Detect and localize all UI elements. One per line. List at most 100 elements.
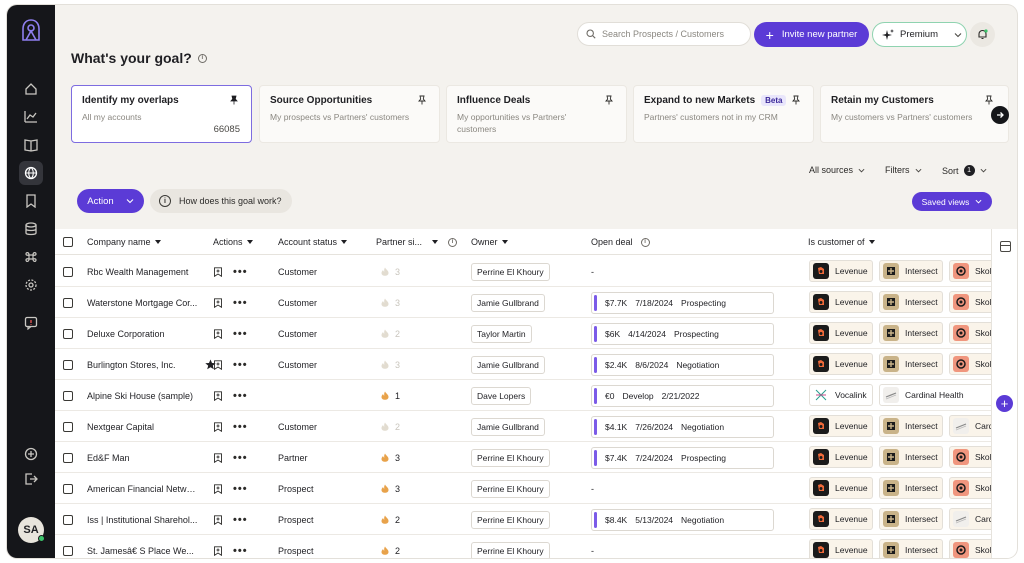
more-options-icon[interactable]: ••• <box>233 266 248 278</box>
partner-chip[interactable]: Intersect <box>879 415 943 437</box>
open-deal-cell[interactable]: $7.4K 7/24/2024 Prospecting <box>591 442 774 473</box>
company-cell[interactable]: Deluxe Corporation <box>87 318 199 349</box>
bookmark-add-icon[interactable] <box>213 452 223 463</box>
more-options-icon[interactable]: ••• <box>233 452 248 464</box>
partner-chip[interactable]: Skol <box>949 539 991 558</box>
pin-icon[interactable] <box>229 95 239 105</box>
partner-chip[interactable]: Levenue <box>809 508 873 530</box>
partner-chip[interactable]: Skol <box>949 260 991 282</box>
bookmark-icon[interactable] <box>19 189 43 213</box>
table-row[interactable]: Deluxe Corporation ••• Customer 2 Taylor Mar… <box>55 318 991 349</box>
bookmark-add-icon[interactable] <box>213 390 223 401</box>
notifications-button[interactable] <box>970 22 995 47</box>
partner-chip[interactable]: Cardinal Health <box>879 384 991 406</box>
row-checkbox[interactable] <box>63 318 73 349</box>
more-options-icon[interactable]: ••• <box>233 483 248 495</box>
company-cell[interactable]: Burlington Stores, Inc. <box>87 349 216 380</box>
app-logo-icon[interactable] <box>21 19 41 41</box>
partner-chip[interactable]: Levenue <box>809 322 873 344</box>
row-checkbox[interactable] <box>63 349 73 380</box>
pin-icon[interactable] <box>417 95 427 105</box>
company-cell[interactable]: Waterstone Mortgage Cor... <box>87 287 199 318</box>
row-checkbox[interactable] <box>63 473 73 504</box>
partner-chip[interactable]: Intersect <box>879 508 943 530</box>
goal-card-expand-markets[interactable]: Expand to new Markets Beta Partners' cus… <box>633 85 814 143</box>
partner-chip[interactable]: Levenue <box>809 446 873 468</box>
bookmark-add-icon[interactable] <box>213 421 223 432</box>
partner-chip[interactable]: Vocalink <box>809 384 873 406</box>
partner-chip[interactable]: Levenue <box>809 353 873 375</box>
goal-card-source-opportunities[interactable]: Source Opportunities My prospects vs Par… <box>259 85 440 143</box>
owner-cell[interactable]: Perrine El Khoury <box>471 504 550 535</box>
company-cell[interactable]: Nextgear Capital <box>87 411 199 442</box>
goal-card-retain-customers[interactable]: Retain my Customers My customers vs Part… <box>820 85 1009 143</box>
column-account-status[interactable]: Account status <box>278 237 348 247</box>
partner-chip[interactable]: Card <box>949 508 991 530</box>
database-icon[interactable] <box>19 217 43 241</box>
bookmark-add-icon[interactable] <box>213 545 223 556</box>
column-company[interactable]: Company name <box>87 237 161 247</box>
partner-chip[interactable]: Skol <box>949 322 991 344</box>
table-row[interactable]: Alpine Ski House (sample) ••• 1 Dave Lopers… <box>55 380 991 411</box>
owner-cell[interactable]: Dave Lopers <box>471 380 532 411</box>
more-options-icon[interactable]: ••• <box>233 514 248 526</box>
table-row[interactable]: Burlington Stores, Inc. ••• Customer 3 Jamie… <box>55 349 991 380</box>
bookmark-add-icon[interactable] <box>213 297 223 308</box>
company-cell[interactable]: Ed&F Man <box>87 442 199 473</box>
open-deal-cell[interactable]: €0 Develop 2/21/2022 <box>591 380 774 411</box>
pin-icon[interactable] <box>791 95 801 105</box>
bookmark-add-icon[interactable] <box>213 266 223 277</box>
column-owner[interactable]: Owner <box>471 237 508 247</box>
owner-cell[interactable]: Perrine El Khoury <box>471 256 550 287</box>
goal-card-influence-deals[interactable]: Influence Deals My opportunities vs Part… <box>446 85 627 143</box>
table-row[interactable]: Nextgear Capital ••• Customer 2 Jamie Gullbr… <box>55 411 991 442</box>
owner-cell[interactable]: Perrine El Khoury <box>471 473 550 504</box>
partner-chip[interactable]: Intersect <box>879 260 943 282</box>
open-deal-cell[interactable]: $2.4K 8/6/2024 Negotiation <box>591 349 774 380</box>
partner-chip[interactable]: Intersect <box>879 322 943 344</box>
row-checkbox[interactable] <box>63 411 73 442</box>
company-cell[interactable]: Rbc Wealth Management <box>87 256 199 287</box>
partner-chip[interactable]: Skol <box>949 291 991 313</box>
row-checkbox[interactable] <box>63 442 73 473</box>
row-checkbox[interactable] <box>63 380 73 411</box>
filters-dropdown[interactable]: Filters <box>885 165 922 175</box>
logout-icon[interactable] <box>19 467 43 491</box>
partner-chip[interactable]: Levenue <box>809 539 873 558</box>
table-row[interactable]: Rbc Wealth Management ••• Customer 3 Perrine… <box>55 256 991 287</box>
owner-cell[interactable]: Perrine El Khoury <box>471 535 550 558</box>
partner-chip[interactable]: Skol <box>949 353 991 375</box>
partner-chip[interactable]: Levenue <box>809 415 873 437</box>
chart-icon[interactable] <box>19 105 43 129</box>
table-row[interactable]: Iss | Institutional Sharehol... ••• Prospe… <box>55 504 991 535</box>
open-deal-cell[interactable]: $6K 4/14/2024 Prospecting <box>591 318 774 349</box>
company-cell[interactable]: American Financial Netwo... <box>87 473 199 504</box>
saved-views-button[interactable]: Saved views <box>912 192 992 211</box>
add-circle-icon[interactable] <box>19 442 43 466</box>
user-avatar[interactable]: SA <box>18 517 45 543</box>
info-icon[interactable]: i <box>640 237 650 247</box>
column-partner-signal[interactable]: Partner si... i <box>376 237 458 247</box>
home-icon[interactable] <box>19 77 43 101</box>
more-options-icon[interactable]: ••• <box>233 421 248 433</box>
columns-layout-icon[interactable] <box>1000 241 1011 252</box>
column-actions[interactable]: Actions <box>213 237 253 247</box>
info-icon[interactable]: i <box>448 237 458 247</box>
bookmark-add-icon[interactable] <box>213 328 223 339</box>
globe-icon[interactable] <box>19 161 43 185</box>
owner-cell[interactable]: Jamie Gullbrand <box>471 287 545 318</box>
next-cards-button[interactable] <box>991 106 1009 124</box>
pin-icon[interactable] <box>984 95 994 105</box>
book-icon[interactable] <box>19 133 43 157</box>
partner-chip[interactable]: Intersect <box>879 353 943 375</box>
partner-chip[interactable]: Levenue <box>809 260 873 282</box>
sources-filter[interactable]: All sources <box>809 165 865 175</box>
alert-message-icon[interactable] <box>19 311 43 335</box>
invite-partner-button[interactable]: + Invite new partner <box>754 22 869 47</box>
partner-chip[interactable]: Intersect <box>879 446 943 468</box>
owner-cell[interactable]: Perrine El Khoury <box>471 442 550 473</box>
partner-chip[interactable]: Intersect <box>879 477 943 499</box>
partner-chip[interactable]: Skol <box>949 446 991 468</box>
open-deal-cell[interactable]: $8.4K 5/13/2024 Negotiation <box>591 504 774 535</box>
partner-chip[interactable]: Levenue <box>809 477 873 499</box>
